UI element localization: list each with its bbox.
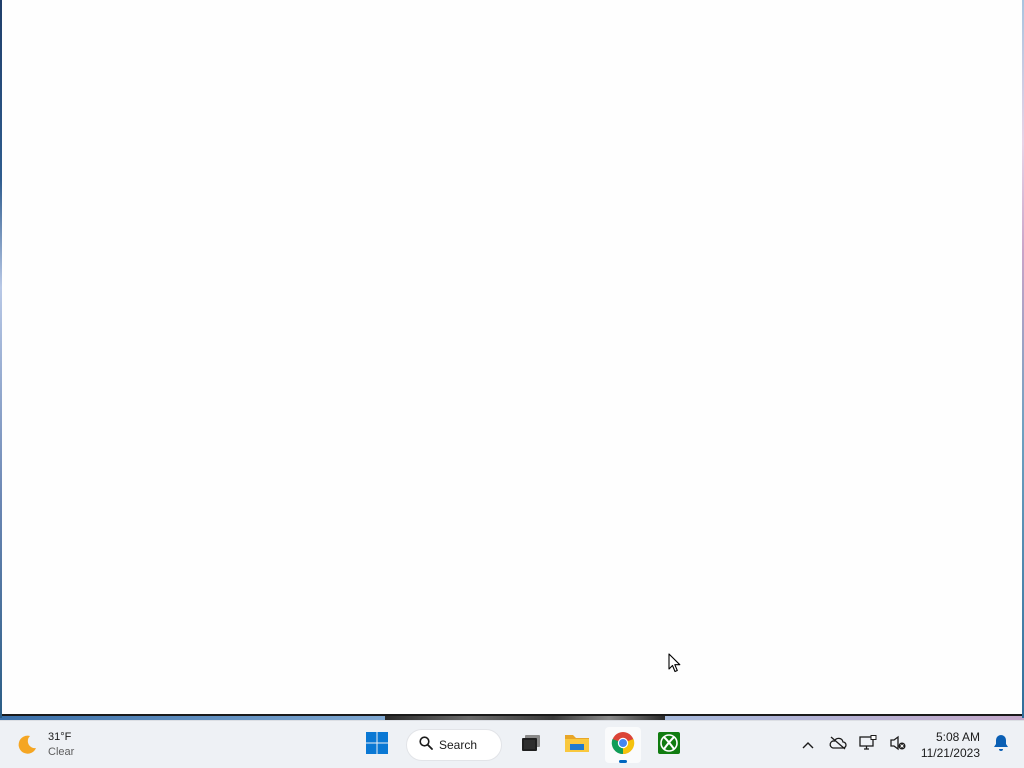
network-icon [859,734,877,756]
active-app-indicator [619,760,627,763]
weather-widget[interactable]: 31°F Clear [14,727,74,763]
chrome-button[interactable] [605,727,641,763]
xbox-icon [657,731,681,760]
show-hidden-icons-button[interactable] [793,730,823,760]
folder-icon [564,732,590,759]
weather-condition: Clear [48,746,75,758]
onedrive-button[interactable] [823,730,853,760]
network-button[interactable] [853,730,883,760]
taskbar: 31°F Clear Search 5:08 AM 11/21/2023 [0,720,1024,768]
desktop [0,0,1024,720]
weather-temperature: 31°F [48,731,72,743]
task-view-button[interactable] [513,727,549,763]
taskbar-search[interactable]: Search [406,729,502,761]
taskbar-apps: Search [354,725,692,765]
bell-icon [993,734,1009,757]
windows-logo-icon [365,731,389,760]
volume-button[interactable] [883,730,913,760]
chrome-icon [611,731,635,760]
search-icon [419,735,433,755]
start-button[interactable] [359,727,395,763]
file-explorer-button[interactable] [559,727,595,763]
search-label: Search [439,738,478,752]
blank-app-window[interactable] [2,0,1022,716]
moon-icon [14,732,40,758]
notifications-button[interactable] [986,730,1016,760]
system-tray: 5:08 AM 11/21/2023 [793,721,1024,768]
volume-muted-icon [889,735,907,756]
clock-date: 11/21/2023 [920,746,980,760]
mouse-cursor-icon [668,653,682,673]
xbox-button[interactable] [651,727,687,763]
task-view-icon [520,733,542,758]
chevron-up-icon [802,736,814,754]
cloud-offline-icon [829,736,847,755]
clock-button[interactable]: 5:08 AM 11/21/2023 [921,729,980,761]
clock-time: 5:08 AM [935,730,980,744]
